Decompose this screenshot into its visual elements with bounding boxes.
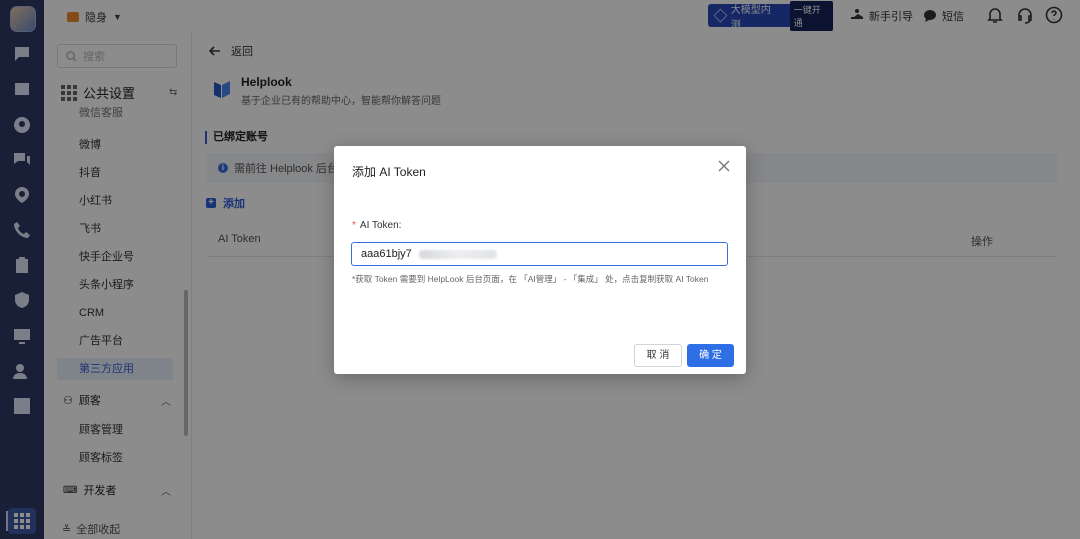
close-icon[interactable]	[718, 160, 730, 172]
token-label-text: AI Token:	[359, 220, 402, 231]
token-hint: *获取 Token 需要到 HelpLook 后台页面，在 「AI管理」 - 「…	[352, 274, 709, 284]
token-input[interactable]	[351, 242, 728, 266]
token-field-label: * AI Token:	[352, 220, 401, 231]
add-token-dialog: 添加 AI Token *AI Token: *获取 Token 需要到 Hel…	[334, 146, 746, 374]
dialog-title: 添加 AI Token	[352, 165, 426, 179]
required-mark: *	[352, 220, 356, 231]
cancel-button[interactable]: 取 消	[634, 344, 682, 367]
confirm-button[interactable]: 确 定	[687, 344, 734, 367]
redacted-token-blur	[419, 250, 497, 259]
